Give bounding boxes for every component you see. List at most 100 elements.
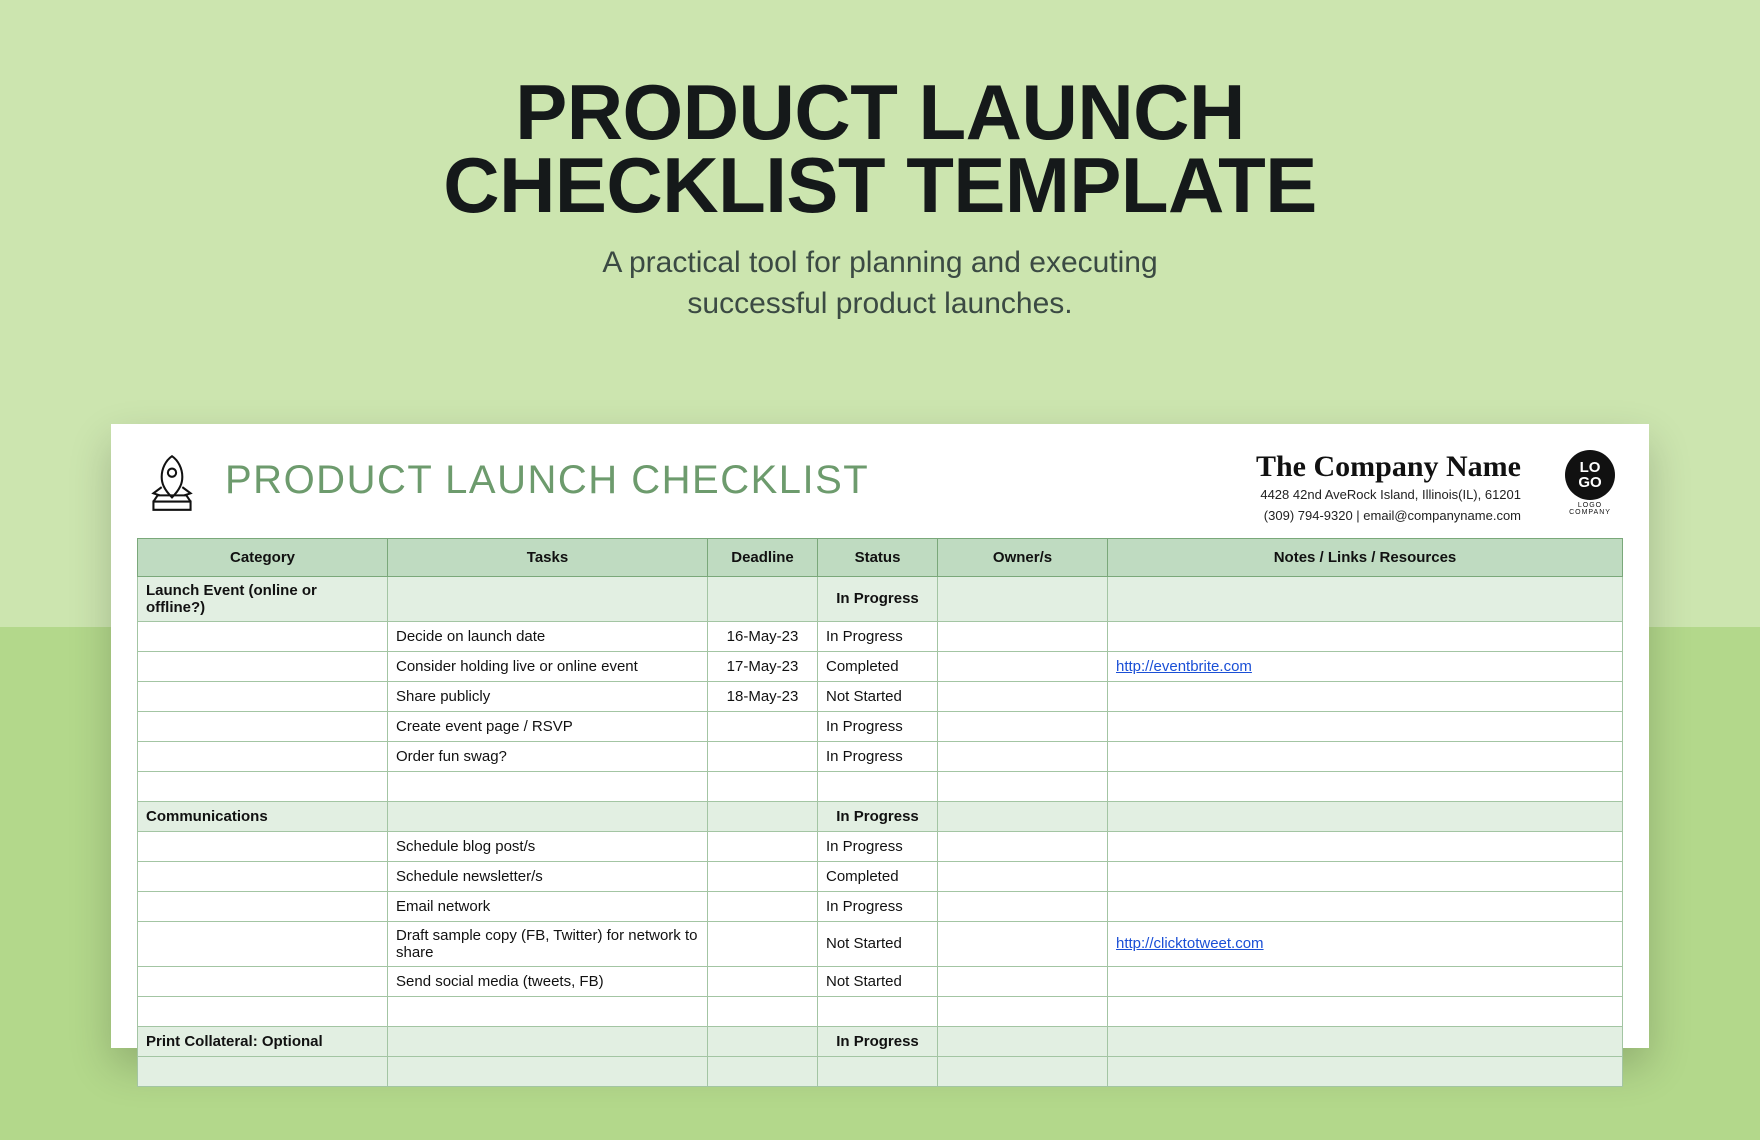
deadline-cell xyxy=(708,711,818,741)
category-cell xyxy=(138,771,388,801)
section-row: Print Collateral: OptionalIn Progress xyxy=(138,1026,1623,1056)
owner-cell xyxy=(938,966,1108,996)
cell xyxy=(388,801,708,831)
table-row: Decide on launch date16-May-23In Progres… xyxy=(138,621,1623,651)
category-cell xyxy=(138,996,388,1026)
stage: PRODUCT LAUNCH CHECKLIST TEMPLATE A prac… xyxy=(0,0,1760,1140)
notes-cell xyxy=(1108,681,1623,711)
hero: PRODUCT LAUNCH CHECKLIST TEMPLATE A prac… xyxy=(0,0,1760,324)
title-line-2: CHECKLIST TEMPLATE xyxy=(443,141,1317,229)
status-cell: In Progress xyxy=(818,891,938,921)
owner-cell xyxy=(938,921,1108,966)
category-cell xyxy=(138,621,388,651)
task-cell: Send social media (tweets, FB) xyxy=(388,966,708,996)
notes-cell xyxy=(1108,711,1623,741)
task-cell: Consider holding live or online event xyxy=(388,651,708,681)
cell xyxy=(938,801,1108,831)
category-cell xyxy=(138,741,388,771)
header-status: Status xyxy=(818,538,938,576)
logo-icon: LO GO xyxy=(1565,450,1615,500)
section-status: In Progress xyxy=(818,1026,938,1056)
notes-cell xyxy=(1108,861,1623,891)
deadline-cell xyxy=(708,1056,818,1086)
deadline-cell xyxy=(708,966,818,996)
header-notes: Notes / Links / Resources xyxy=(1108,538,1623,576)
cell xyxy=(938,576,1108,621)
page-subtitle: A practical tool for planning and execut… xyxy=(0,243,1760,324)
status-cell: Completed xyxy=(818,651,938,681)
company-address: 4428 42nd AveRock Island, Illinois(IL), … xyxy=(1256,486,1521,505)
task-cell: Schedule newsletter/s xyxy=(388,861,708,891)
category-cell xyxy=(138,711,388,741)
table-row: Draft sample copy (FB, Twitter) for netw… xyxy=(138,921,1623,966)
notes-cell: http://eventbrite.com xyxy=(1108,651,1623,681)
task-cell: Draft sample copy (FB, Twitter) for netw… xyxy=(388,921,708,966)
notes-cell xyxy=(1108,891,1623,921)
header-owner: Owner/s xyxy=(938,538,1108,576)
cell xyxy=(708,801,818,831)
notes-cell xyxy=(1108,996,1623,1026)
notes-cell xyxy=(1108,966,1623,996)
owner-cell xyxy=(938,1056,1108,1086)
table-row: Schedule blog post/sIn Progress xyxy=(138,831,1623,861)
company-block: The Company Name 4428 42nd AveRock Islan… xyxy=(1256,448,1521,526)
task-cell: Share publicly xyxy=(388,681,708,711)
table-row: Email networkIn Progress xyxy=(138,891,1623,921)
task-cell xyxy=(388,771,708,801)
owner-cell xyxy=(938,861,1108,891)
status-cell: Not Started xyxy=(818,681,938,711)
logo-badge: LO GO LOGO COMPANY xyxy=(1557,448,1623,516)
category-cell xyxy=(138,681,388,711)
task-cell: Decide on launch date xyxy=(388,621,708,651)
page-title: PRODUCT LAUNCH CHECKLIST TEMPLATE xyxy=(0,76,1760,221)
task-cell: Create event page / RSVP xyxy=(388,711,708,741)
task-cell xyxy=(388,1056,708,1086)
cell xyxy=(1108,1026,1623,1056)
header-category: Category xyxy=(138,538,388,576)
cell xyxy=(938,1026,1108,1056)
status-cell: In Progress xyxy=(818,711,938,741)
deadline-cell xyxy=(708,891,818,921)
sheet-header: PRODUCT LAUNCH CHECKLIST The Company Nam… xyxy=(137,448,1623,526)
cell xyxy=(1108,801,1623,831)
table-row: Schedule newsletter/sCompleted xyxy=(138,861,1623,891)
notes-cell xyxy=(1108,831,1623,861)
resource-link[interactable]: http://clicktotweet.com xyxy=(1116,935,1264,952)
owner-cell xyxy=(938,831,1108,861)
deadline-cell xyxy=(708,861,818,891)
section-name: Launch Event (online or offline?) xyxy=(138,576,388,621)
cell xyxy=(708,576,818,621)
rocket-icon xyxy=(137,448,207,518)
cell xyxy=(708,1026,818,1056)
section-status: In Progress xyxy=(818,576,938,621)
deadline-cell: 17-May-23 xyxy=(708,651,818,681)
section-name: Communications xyxy=(138,801,388,831)
logo-sub: LOGO COMPANY xyxy=(1557,502,1623,516)
company-contact: (309) 794-9320 | email@companyname.com xyxy=(1256,507,1521,526)
table-header-row: Category Tasks Deadline Status Owner/s N… xyxy=(138,538,1623,576)
resource-link[interactable]: http://eventbrite.com xyxy=(1116,658,1252,675)
notes-cell xyxy=(1108,621,1623,651)
status-cell xyxy=(818,1056,938,1086)
deadline-cell xyxy=(708,831,818,861)
task-cell: Order fun swag? xyxy=(388,741,708,771)
task-cell xyxy=(388,996,708,1026)
status-cell: Not Started xyxy=(818,966,938,996)
notes-cell xyxy=(1108,741,1623,771)
cell xyxy=(388,576,708,621)
owner-cell xyxy=(938,996,1108,1026)
notes-cell xyxy=(1108,1056,1623,1086)
owner-cell xyxy=(938,741,1108,771)
category-cell xyxy=(138,1056,388,1086)
deadline-cell: 16-May-23 xyxy=(708,621,818,651)
status-cell: In Progress xyxy=(818,741,938,771)
owner-cell xyxy=(938,891,1108,921)
company-name: The Company Name xyxy=(1256,450,1521,484)
table-row: Order fun swag? In Progress xyxy=(138,741,1623,771)
logo-line-1: LO xyxy=(1580,460,1601,475)
deadline-cell xyxy=(708,996,818,1026)
category-cell xyxy=(138,861,388,891)
deadline-cell xyxy=(708,741,818,771)
task-cell: Schedule blog post/s xyxy=(388,831,708,861)
status-cell xyxy=(818,996,938,1026)
